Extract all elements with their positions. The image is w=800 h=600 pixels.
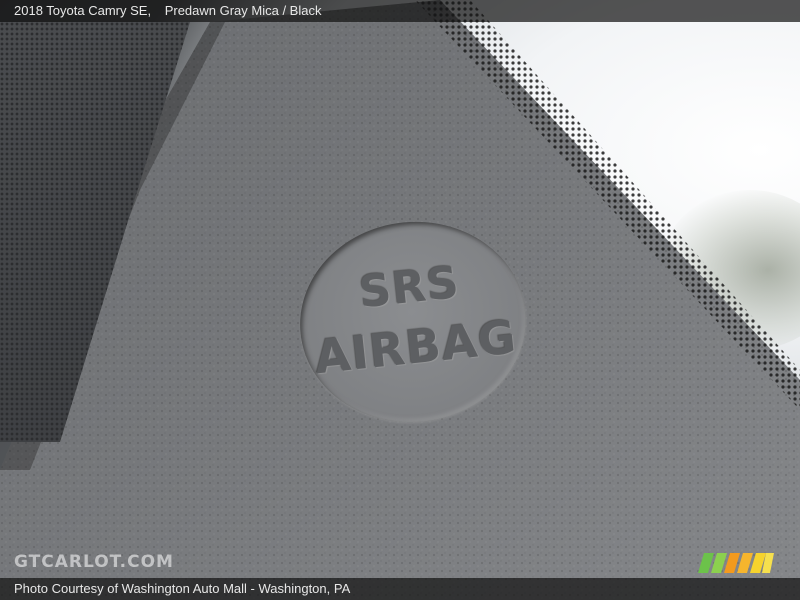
- vehicle-color: Predawn Gray Mica / Black: [164, 3, 322, 18]
- photo-title-bar: 2018 Toyota Camry SE, Predawn Gray Mica …: [0, 0, 800, 22]
- gtcarlot-watermark: GTCARLOT.COM: [14, 552, 174, 572]
- vehicle-title: 2018 Toyota Camry SE,: [14, 3, 152, 18]
- photo-credit-bar: Photo Courtesy of Washington Auto Mall -…: [0, 578, 800, 600]
- photo-credit: Photo Courtesy of Washington Auto Mall -…: [14, 581, 351, 596]
- car-interior-photo: SRS AIRBAG: [0, 0, 800, 600]
- gtcarlot-logo-stripes: [698, 553, 774, 573]
